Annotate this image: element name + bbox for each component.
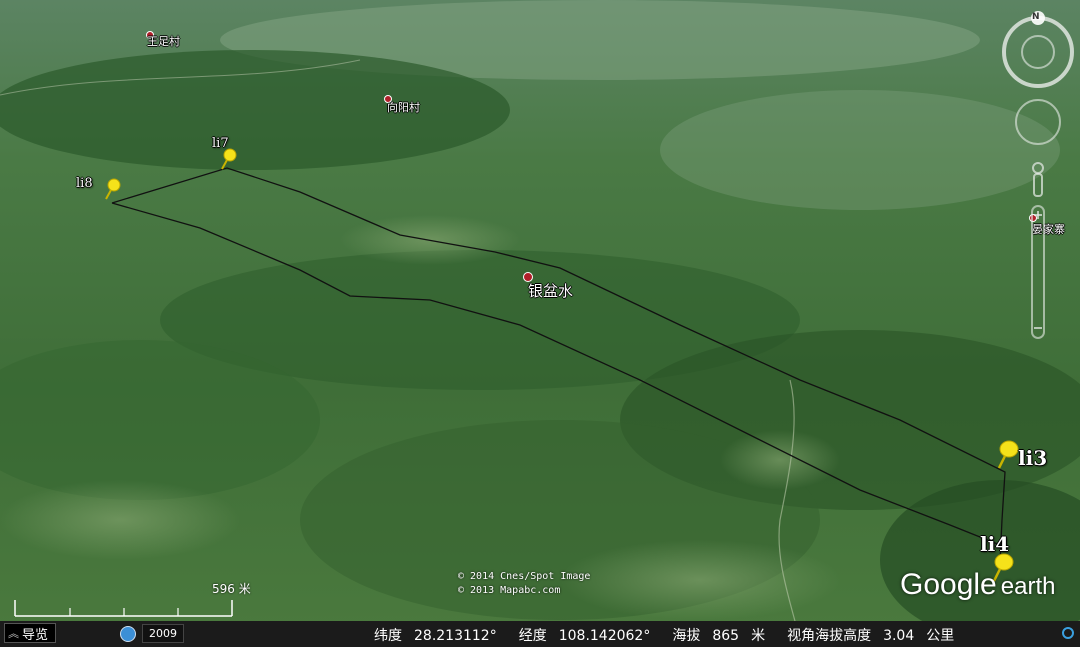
google-earth-logo: Google earth — [900, 568, 1055, 602]
navigation-controls[interactable] — [998, 10, 1078, 350]
elevation-label: 海拔 — [672, 628, 701, 644]
longitude-value: 108.142062° — [558, 628, 651, 644]
latitude-label: 纬度 — [374, 628, 402, 644]
logo-earth-text: earth — [1000, 573, 1056, 600]
copyright-line-1: © 2014 Cnes/Spot Image — [458, 571, 591, 582]
elevation-unit: 米 — [751, 628, 766, 644]
scale-label: 596 米 — [212, 580, 251, 597]
imagery-year: 2009 — [142, 624, 184, 643]
overview-nav-button[interactable]: ︽ 导览 — [4, 623, 56, 643]
pushpin-icon[interactable] — [219, 148, 239, 170]
street-view-person-icon[interactable] — [1032, 162, 1044, 197]
place-label-yinpenshui: 银盆水 — [528, 282, 574, 300]
compass-north-label: N — [1032, 12, 1040, 22]
pin-label-li3: li3 — [1018, 446, 1048, 470]
double-chevron-up-icon: ︽ — [8, 627, 19, 640]
latitude-value: 28.213112° — [414, 628, 497, 644]
pushpin-icon[interactable] — [103, 178, 123, 200]
satellite-terrain-map[interactable] — [0, 0, 1080, 647]
status-bar: ︽ 导览 2009 纬度 28.213112° 经度 108.142062° 海拔 865… — [0, 621, 1080, 647]
scale-unit: 米 — [238, 582, 251, 596]
clock-icon[interactable] — [120, 625, 136, 642]
coordinate-readout: 纬度 28.213112° 经度 108.142062° 海拔 865 米 视角海拔高度 3.0… — [374, 625, 966, 645]
logo-google-text: Google — [900, 568, 997, 601]
scale-value: 596 — [212, 582, 235, 596]
eye-altitude-value: 3.04 — [883, 628, 915, 644]
copyright-line-2: © 2013 Mapabc.com — [458, 585, 561, 596]
pin-label-li4: li4 — [980, 532, 1010, 556]
imagery-date[interactable]: 2009 — [120, 624, 184, 643]
zoom-slider-icon[interactable] — [1031, 205, 1045, 339]
eye-altitude-label: 视角海拔高度 — [787, 628, 872, 644]
streaming-status-icon — [1062, 627, 1074, 639]
scale-bar — [14, 600, 233, 617]
elevation-value: 865 — [712, 628, 740, 644]
place-label-top-middle-village: 向阳村 — [387, 101, 420, 114]
overview-nav-label: 导览 — [22, 627, 49, 643]
place-label-top-left-village: 王足村 — [147, 35, 180, 48]
look-joystick-icon[interactable] — [1015, 99, 1061, 145]
compass-ring-icon[interactable] — [1002, 11, 1074, 88]
pin-label-li8: li8 — [76, 176, 93, 191]
eye-altitude-unit: 公里 — [926, 628, 955, 644]
pin-label-li7: li7 — [212, 136, 229, 151]
longitude-label: 经度 — [518, 628, 547, 644]
